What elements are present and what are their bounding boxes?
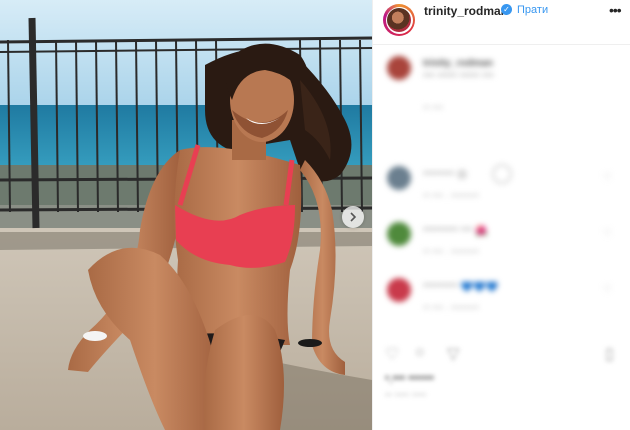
post-header: trinity_rodman ✓ Прати •••: [373, 0, 630, 45]
post-actions: ♡ ○ ▽ ▯ *.*** ****** ** **** ****: [373, 340, 630, 430]
share-icon[interactable]: ▽: [447, 344, 459, 364]
more-options-icon[interactable]: •••: [609, 2, 622, 18]
comment-meta: ** ***: [423, 104, 444, 114]
comment-icon[interactable]: ○: [415, 344, 425, 362]
comment-text: ********* *** 🌺: [423, 226, 488, 237]
comment-text: ******** 😍: [423, 170, 468, 181]
verified-badge-icon: ✓: [501, 4, 512, 15]
follow-button[interactable]: Прати: [517, 4, 548, 16]
like-comment-icon[interactable]: ♡: [603, 228, 612, 239]
like-comment-icon[interactable]: ♡: [603, 284, 612, 295]
like-comment-icon[interactable]: ♡: [603, 172, 612, 183]
photo-scene: [0, 0, 372, 430]
comment-author[interactable]: trinity_rodman: [423, 58, 493, 69]
comment-text: *** ***** ***** ***: [423, 72, 494, 83]
post-photo[interactable]: [0, 0, 372, 430]
username-link[interactable]: trinity_rodman: [424, 4, 508, 18]
comment-meta: ** *** · ********: [423, 192, 480, 202]
avatar[interactable]: [387, 222, 411, 246]
comment-meta: ** *** · ********: [423, 248, 480, 258]
avatar[interactable]: [387, 166, 411, 190]
chevron-right-icon: [350, 212, 357, 222]
post-side-panel: trinity_rodman ✓ Прати ••• trinity_rodma…: [372, 0, 630, 430]
like-icon[interactable]: ♡: [385, 344, 399, 364]
comment-text: ********* 💙💙💙: [423, 282, 499, 293]
comment-meta: ** *** · ********: [423, 304, 480, 314]
likes-count[interactable]: *.*** ******: [385, 374, 434, 386]
carousel-next-button[interactable]: [342, 206, 364, 228]
avatar[interactable]: [387, 278, 411, 302]
load-more-comments-button[interactable]: [492, 164, 512, 184]
avatar[interactable]: [387, 56, 411, 80]
comments-list: trinity_rodman *** ***** ***** *** ** **…: [373, 44, 630, 334]
save-icon[interactable]: ▯: [605, 344, 614, 364]
profile-avatar[interactable]: [383, 4, 415, 36]
post-date: ** **** ****: [385, 392, 427, 401]
